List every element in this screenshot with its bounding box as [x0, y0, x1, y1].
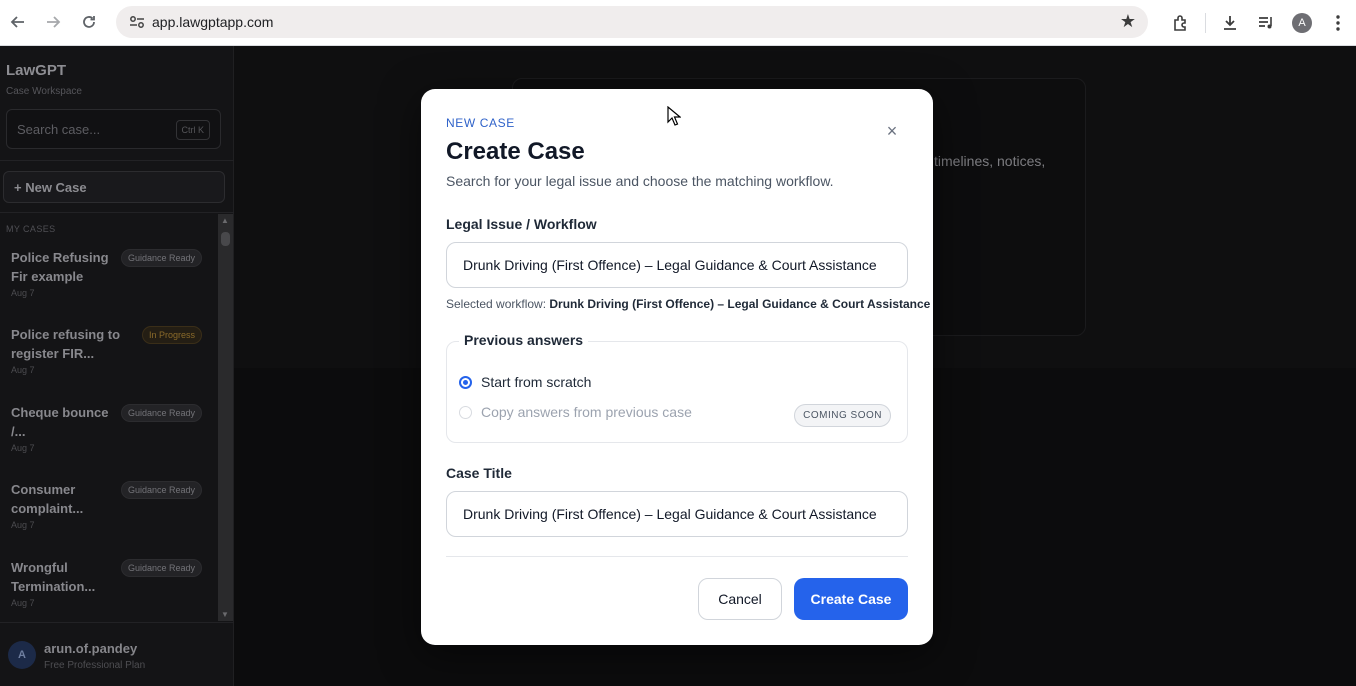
case-item[interactable]: Consumer complaint... Aug 7 Guidance Rea…	[0, 474, 218, 548]
coming-soon-badge: COMING SOON	[794, 404, 891, 427]
case-title: Wrongful Termination...	[11, 560, 96, 594]
cancel-button[interactable]: Cancel	[698, 578, 782, 620]
case-list-scrollbar[interactable]: ▲ ▼	[218, 214, 233, 621]
status-badge: Guidance Ready	[120, 249, 202, 267]
scrollbar-thumb[interactable]	[221, 232, 230, 246]
back-icon[interactable]	[0, 4, 36, 40]
media-queue-icon[interactable]	[1248, 5, 1284, 41]
toolbar-divider	[1205, 13, 1206, 33]
case-title-label: Case Title	[446, 465, 512, 481]
status-badge: In Progress	[141, 326, 202, 344]
case-item[interactable]: Police Refusing Fir example Aug 7 Guidan…	[0, 242, 218, 316]
close-icon[interactable]: ×	[883, 122, 901, 140]
copy-answers-label: Copy answers from previous case	[481, 404, 692, 420]
create-case-dialog: NEW CASE Create Case × Search for your l…	[421, 89, 933, 645]
copy-answers-radio	[459, 405, 472, 419]
footer-divider	[446, 556, 908, 557]
workflow-search-input[interactable]	[446, 242, 908, 288]
search-shortcut-badge: Ctrl K	[175, 120, 210, 140]
more-menu-icon[interactable]	[1320, 5, 1356, 41]
dialog-subtitle: Search for your legal issue and choose t…	[446, 173, 834, 189]
browser-toolbar: app.lawgptapp.com ★ A	[0, 0, 1356, 46]
site-settings-icon[interactable]	[122, 15, 152, 29]
address-bar[interactable]: app.lawgptapp.com ★	[116, 6, 1148, 38]
case-date: Aug 7	[11, 520, 35, 530]
brand-subtitle: Case Workspace	[6, 86, 82, 97]
case-item[interactable]: Cheque bounce /... Aug 7 Guidance Ready	[0, 397, 218, 471]
start-from-scratch-radio[interactable]	[459, 375, 472, 389]
case-title: Consumer complaint...	[11, 482, 84, 516]
url-text[interactable]: app.lawgptapp.com	[152, 14, 273, 30]
profile-avatar[interactable]: A	[1284, 5, 1320, 41]
avatar: A	[8, 641, 36, 669]
selected-workflow-value: Drunk Driving (First Offence) – Legal Gu…	[549, 297, 931, 311]
my-cases-heading: MY CASES	[6, 224, 56, 234]
sidebar: LawGPT Case Workspace Search case... Ctr…	[0, 46, 234, 686]
case-item[interactable]: Wrongful Termination... Aug 7 Guidance R…	[0, 552, 218, 626]
scroll-down-arrow-icon[interactable]: ▼	[221, 610, 229, 619]
case-title: Cheque bounce /...	[11, 405, 109, 439]
previous-answers-legend: Previous answers	[459, 332, 589, 348]
user-name: arun.of.pandey	[44, 641, 138, 656]
start-from-scratch-option[interactable]: Start from scratch	[459, 374, 591, 390]
workflow-label: Legal Issue / Workflow	[446, 216, 597, 232]
user-profile[interactable]: A arun.of.pandey Free Professional Plan	[0, 622, 234, 686]
dialog-eyebrow: NEW CASE	[446, 116, 515, 130]
brand-name: LawGPT	[6, 62, 67, 79]
selected-workflow-prefix: Selected workflow:	[446, 297, 547, 311]
case-date: Aug 7	[11, 443, 35, 453]
status-badge: Guidance Ready	[120, 559, 202, 577]
create-case-button[interactable]: Create Case	[794, 578, 908, 620]
case-date: Aug 7	[11, 288, 35, 298]
case-item[interactable]: Police refusing to register FIR... Aug 7…	[0, 319, 218, 393]
download-icon[interactable]	[1212, 5, 1248, 41]
dialog-title: Create Case	[446, 138, 585, 165]
previous-answers-group: Previous answers Start from scratch Copy…	[446, 332, 908, 443]
sidebar-divider	[0, 160, 234, 161]
case-title: Police refusing to register FIR...	[11, 327, 121, 361]
reload-icon[interactable]	[71, 4, 107, 40]
start-from-scratch-label: Start from scratch	[481, 374, 592, 390]
forward-icon[interactable]	[35, 4, 71, 40]
copy-answers-option: Copy answers from previous case	[459, 404, 692, 420]
case-title-input[interactable]	[446, 491, 908, 537]
user-plan: Free Professional Plan	[44, 660, 146, 671]
bookmark-star-icon[interactable]: ★	[1120, 11, 1136, 32]
selected-workflow-note: Selected workflow: Drunk Driving (First …	[446, 297, 930, 311]
new-case-button[interactable]: + New Case	[3, 171, 225, 203]
status-badge: Guidance Ready	[120, 404, 202, 422]
case-title: Police Refusing Fir example	[11, 250, 109, 284]
case-search-input[interactable]: Search case... Ctrl K	[6, 109, 221, 149]
sidebar-divider	[0, 212, 234, 213]
case-date: Aug 7	[11, 598, 35, 608]
extensions-icon[interactable]	[1163, 5, 1199, 41]
search-placeholder: Search case...	[17, 122, 101, 137]
scroll-up-arrow-icon[interactable]: ▲	[221, 216, 229, 225]
mouse-cursor-icon	[667, 106, 681, 126]
background-text: timelines, notices,	[934, 153, 1046, 169]
status-badge: Guidance Ready	[120, 481, 202, 499]
case-date: Aug 7	[11, 365, 35, 375]
